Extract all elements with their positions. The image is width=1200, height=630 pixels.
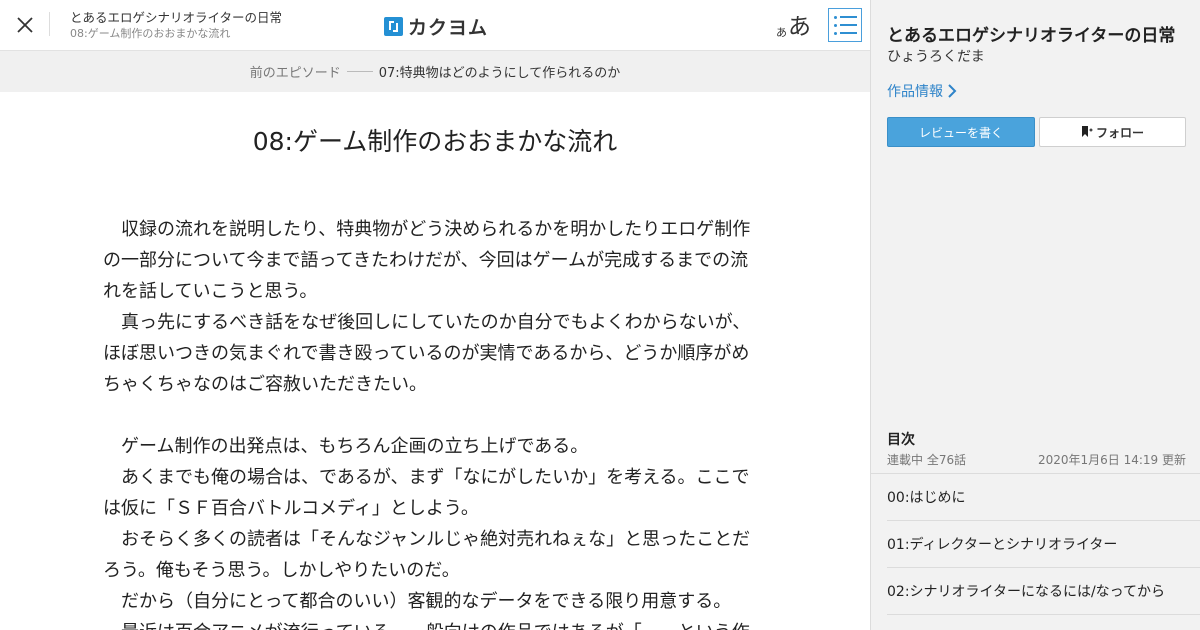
chevron-right-icon [948, 84, 957, 98]
body-paragraph: 真っ先にするべき話をなぜ後回しにしていたのか自分でもよくわからないが、ほぼ思いつ… [103, 312, 751, 395]
previous-episode-nav[interactable]: 前のエピソード 07:特典物はどのようにして作られるのか [0, 51, 870, 92]
nav-separator [346, 71, 373, 72]
work-info-label: 作品情報 [887, 84, 943, 100]
toc-button[interactable] [828, 8, 862, 42]
font-size-large-glyph: あ [788, 14, 811, 40]
top-bar: とあるエロゲシナリオライターの日常 08:ゲーム制作のおおまかな流れ カクヨム … [0, 0, 870, 51]
toc-status: 連載中 全76話 [887, 453, 967, 467]
episode-title: 08:ゲーム制作のおおまかな流れ [70, 27, 231, 40]
body-paragraph: だから（自分にとって都合のいい）客観的なデータをできる限り用意する。 [103, 591, 732, 612]
toc-item[interactable]: 02:シナリオライターになるには/なってから [887, 568, 1200, 615]
toc-heading: 目次 [887, 432, 915, 448]
work-info-link[interactable]: 作品情報 [887, 81, 957, 101]
font-size-small-glyph: あ [776, 26, 787, 39]
body-paragraph: 収録の流れを説明したり、特典物がどう決められるかを明かしたりエロゲ制作の一部分に… [103, 219, 751, 302]
close-icon [17, 17, 33, 33]
toc-item[interactable]: 01:ディレクターとシナリオライター [887, 521, 1200, 568]
kakuyomu-logo[interactable]: カクヨム [384, 13, 488, 40]
topbar-divider [49, 12, 50, 36]
follow-button[interactable]: フォロー [1039, 117, 1186, 147]
logo-text: カクヨム [408, 17, 489, 39]
follow-label: フォロー [1095, 125, 1144, 140]
toc-meta: 連載中 全76話 2020年1月6日 14:19 更新 [887, 451, 1186, 468]
previous-episode-link[interactable]: 07:特典物はどのようにして作られるのか [379, 62, 621, 81]
toc-list: 00:はじめに 01:ディレクターとシナリオライター 02:シナリオライターにな… [871, 473, 1200, 615]
font-size-button[interactable]: あ あ [776, 10, 811, 40]
work-title[interactable]: とあるエロゲシナリオライターの日常 [70, 10, 282, 26]
list-icon [833, 15, 857, 19]
episode-heading: 08:ゲーム制作のおおまかな流れ [252, 127, 618, 156]
body-paragraph: 最近は百合アニメが流行っている。一般向けの作品ではあるが「……という作 [103, 617, 758, 630]
toc-updated: 2020年1月6日 14:19 更新 [1037, 453, 1186, 467]
logo-mark-icon [384, 17, 403, 36]
body-paragraph: おそらく多くの読者は「そんなジャンルじゃ絶対売れねぇな」と思ったことだろう。俺も… [103, 529, 751, 581]
bookmark-plus-icon [1081, 126, 1093, 137]
previous-episode-label: 前のエピソード [249, 66, 341, 81]
topbar-titles: とあるエロゲシナリオライターの日常 08:ゲーム制作のおおまかな流れ [70, 10, 282, 42]
close-button[interactable] [0, 0, 50, 50]
write-review-button[interactable]: レビューを書く [887, 117, 1035, 147]
body-paragraph: あくまでも俺の場合は、であるが、まず「なにがしたいか」を考える。ここでは仮に「Ｓ… [103, 467, 750, 519]
reader-pane: とあるエロゲシナリオライターの日常 08:ゲーム制作のおおまかな流れ カクヨム … [0, 0, 870, 630]
body-paragraph: ゲーム制作の出発点は、もちろん企画の立ち上げである。 [103, 436, 589, 457]
sidebar: とあるエロゲシナリオライターの日常 ひょうろくだま 作品情報 レビューを書く フ… [870, 0, 1200, 630]
episode-body: 収録の流れを説明したり、特典物がどう決められるかを明かしたりエロゲ制作の一部分に… [103, 214, 758, 630]
sidebar-author[interactable]: ひょうろくだま [887, 46, 985, 66]
sidebar-work-title[interactable]: とあるエロゲシナリオライターの日常 [887, 21, 1175, 46]
toc-item[interactable]: 00:はじめに [887, 474, 1200, 521]
